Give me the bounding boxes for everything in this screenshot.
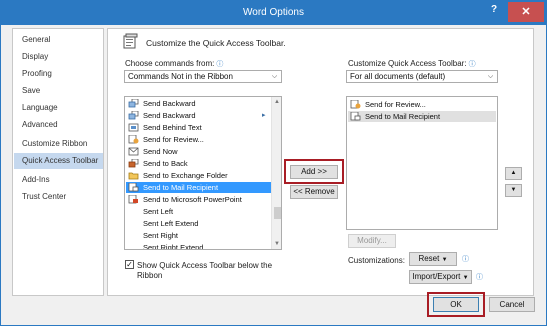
quick-access-toolbar-icon bbox=[123, 33, 138, 49]
reset-button[interactable]: Reset ▼ bbox=[409, 252, 457, 266]
nav-item-trust-center[interactable]: Trust Center bbox=[14, 189, 103, 205]
list-item[interactable]: Send for Review... bbox=[348, 99, 496, 110]
nav-item-language[interactable]: Language bbox=[14, 100, 103, 116]
modify-button[interactable]: Modify... bbox=[348, 234, 396, 248]
info-icon: ⓘ bbox=[476, 274, 483, 281]
import-export-label: Import/Export bbox=[412, 272, 461, 281]
command-label: Send to Mail Recipient bbox=[143, 183, 219, 192]
scroll-down-icon[interactable]: ▼ bbox=[272, 239, 281, 249]
command-label: Send Backward bbox=[143, 111, 196, 120]
close-button[interactable]: ✕ bbox=[508, 2, 544, 22]
customize-toolbar-label: Customize Quick Access Toolbar: ⓘ bbox=[348, 59, 476, 69]
list-item[interactable]: Sent Right Extend bbox=[126, 242, 271, 250]
command-label: Send to Microsoft PowerPoint bbox=[143, 195, 242, 204]
chevron-down-icon: ⌵ bbox=[271, 73, 278, 80]
title-bar[interactable]: Word Options ? ✕ bbox=[1, 1, 546, 25]
command-label: Send Behind Text bbox=[143, 123, 202, 132]
list-item[interactable]: Send Backward ▸ bbox=[126, 110, 271, 121]
show-below-ribbon-line2: Ribbon bbox=[137, 271, 163, 280]
send-to-back-icon bbox=[128, 159, 139, 168]
command-label: Sent Right bbox=[143, 231, 179, 240]
command-label: Sent Left Extend bbox=[143, 219, 199, 228]
send-now-icon bbox=[128, 147, 139, 156]
customize-toolbar-dropdown[interactable]: For all documents (default) ⌵ bbox=[346, 70, 498, 83]
submenu-arrow-icon: ▸ bbox=[262, 112, 266, 119]
send-backward-icon bbox=[128, 99, 139, 108]
command-label: Send to Exchange Folder bbox=[143, 171, 228, 180]
nav-item-display[interactable]: Display bbox=[14, 49, 103, 65]
choose-commands-text: Choose commands from: bbox=[125, 59, 215, 68]
list-item[interactable]: Send Backward bbox=[126, 98, 271, 109]
toolbar-item-label: Send to Mail Recipient bbox=[365, 112, 441, 121]
customizations-label: Customizations: bbox=[348, 256, 405, 265]
list-item[interactable]: Send Behind Text bbox=[126, 122, 271, 133]
send-for-review-icon bbox=[128, 135, 139, 144]
list-item[interactable]: Sent Left Extend bbox=[126, 218, 271, 229]
scroll-up-icon[interactable]: ▲ bbox=[272, 97, 281, 107]
chevron-down-icon: ⌵ bbox=[487, 73, 494, 80]
nav-item-advanced[interactable]: Advanced bbox=[14, 117, 103, 133]
info-icon: ⓘ bbox=[216, 61, 224, 68]
choose-commands-value: Commands Not in the Ribbon bbox=[128, 72, 233, 81]
scrollbar-thumb[interactable] bbox=[274, 207, 281, 219]
list-item[interactable]: Sent Left bbox=[126, 206, 271, 217]
command-label: Send for Review... bbox=[143, 135, 204, 144]
show-below-ribbon-checkbox[interactable]: ✓ bbox=[125, 260, 134, 269]
list-item[interactable]: Send to Exchange Folder bbox=[126, 170, 271, 181]
command-label: Sent Left bbox=[143, 207, 174, 216]
nav-item-proofing[interactable]: Proofing bbox=[14, 66, 103, 82]
toolbar-item-label: Send for Review... bbox=[365, 100, 426, 109]
list-item[interactable]: Send to Microsoft PowerPoint bbox=[126, 194, 271, 205]
help-button[interactable]: ? bbox=[484, 4, 504, 20]
nav-item-general[interactable]: General bbox=[14, 32, 103, 48]
command-label: Send to Back bbox=[143, 159, 188, 168]
chevron-down-icon: ▼ bbox=[441, 257, 448, 263]
command-label: Sent Right Extend bbox=[143, 243, 204, 250]
import-export-button[interactable]: Import/Export ▼ bbox=[409, 270, 472, 284]
mail-recipient-icon bbox=[128, 183, 139, 192]
cancel-button[interactable]: Cancel bbox=[489, 297, 535, 312]
nav-item-customize-ribbon[interactable]: Customize Ribbon bbox=[14, 136, 103, 152]
commands-scrollbar[interactable]: ▲ ▼ bbox=[271, 97, 281, 249]
send-behind-text-icon bbox=[128, 123, 139, 132]
window-title: Word Options bbox=[243, 7, 304, 18]
list-item[interactable]: Send Now bbox=[126, 146, 271, 157]
toolbar-items-list[interactable]: Send for Review... Send to Mail Recipien… bbox=[346, 96, 498, 230]
send-backward-icon bbox=[128, 111, 139, 120]
command-label: Send Now bbox=[143, 147, 178, 156]
list-item-selected[interactable]: Send to Mail Recipient bbox=[126, 182, 271, 193]
list-item[interactable]: Send to Back bbox=[126, 158, 271, 169]
customize-toolbar-value: For all documents (default) bbox=[350, 72, 446, 81]
list-item[interactable]: Sent Right bbox=[126, 230, 271, 241]
choose-commands-dropdown[interactable]: Commands Not in the Ribbon ⌵ bbox=[124, 70, 282, 83]
info-icon: ⓘ bbox=[468, 61, 476, 68]
nav-item-save[interactable]: Save bbox=[14, 83, 103, 99]
exchange-folder-icon bbox=[128, 172, 139, 180]
command-label: Send Backward bbox=[143, 99, 196, 108]
reset-label: Reset bbox=[418, 254, 440, 263]
chevron-down-icon: ▼ bbox=[462, 275, 469, 281]
show-below-ribbon-line1: Show Quick Access Toolbar below the bbox=[137, 261, 273, 270]
show-below-ribbon-label: Show Quick Access Toolbar below the Ribb… bbox=[137, 261, 272, 281]
nav-item-add-ins[interactable]: Add-Ins bbox=[14, 172, 103, 188]
customize-toolbar-text: Customize Quick Access Toolbar: bbox=[348, 59, 467, 68]
nav-item-quick-access-toolbar[interactable]: Quick Access Toolbar bbox=[14, 153, 103, 169]
commands-list[interactable]: Send Backward Send Backward ▸ Send Behin… bbox=[124, 96, 282, 250]
list-item-selected[interactable]: Send to Mail Recipient bbox=[348, 111, 496, 122]
add-button[interactable]: Add >> bbox=[290, 165, 338, 179]
mail-recipient-icon bbox=[350, 112, 361, 121]
options-nav: General Display Proofing Save Language A… bbox=[12, 28, 104, 296]
ok-button[interactable]: OK bbox=[433, 297, 479, 312]
choose-commands-label: Choose commands from: ⓘ bbox=[125, 59, 223, 69]
move-down-button[interactable]: ▼ bbox=[505, 184, 522, 197]
powerpoint-icon bbox=[128, 195, 138, 204]
page-title: Customize the Quick Access Toolbar. bbox=[146, 38, 286, 48]
send-for-review-icon bbox=[350, 100, 361, 109]
remove-button[interactable]: << Remove bbox=[290, 185, 338, 199]
list-item[interactable]: Send for Review... bbox=[126, 134, 271, 145]
info-icon: ⓘ bbox=[462, 256, 469, 263]
move-up-button[interactable]: ▲ bbox=[505, 167, 522, 180]
